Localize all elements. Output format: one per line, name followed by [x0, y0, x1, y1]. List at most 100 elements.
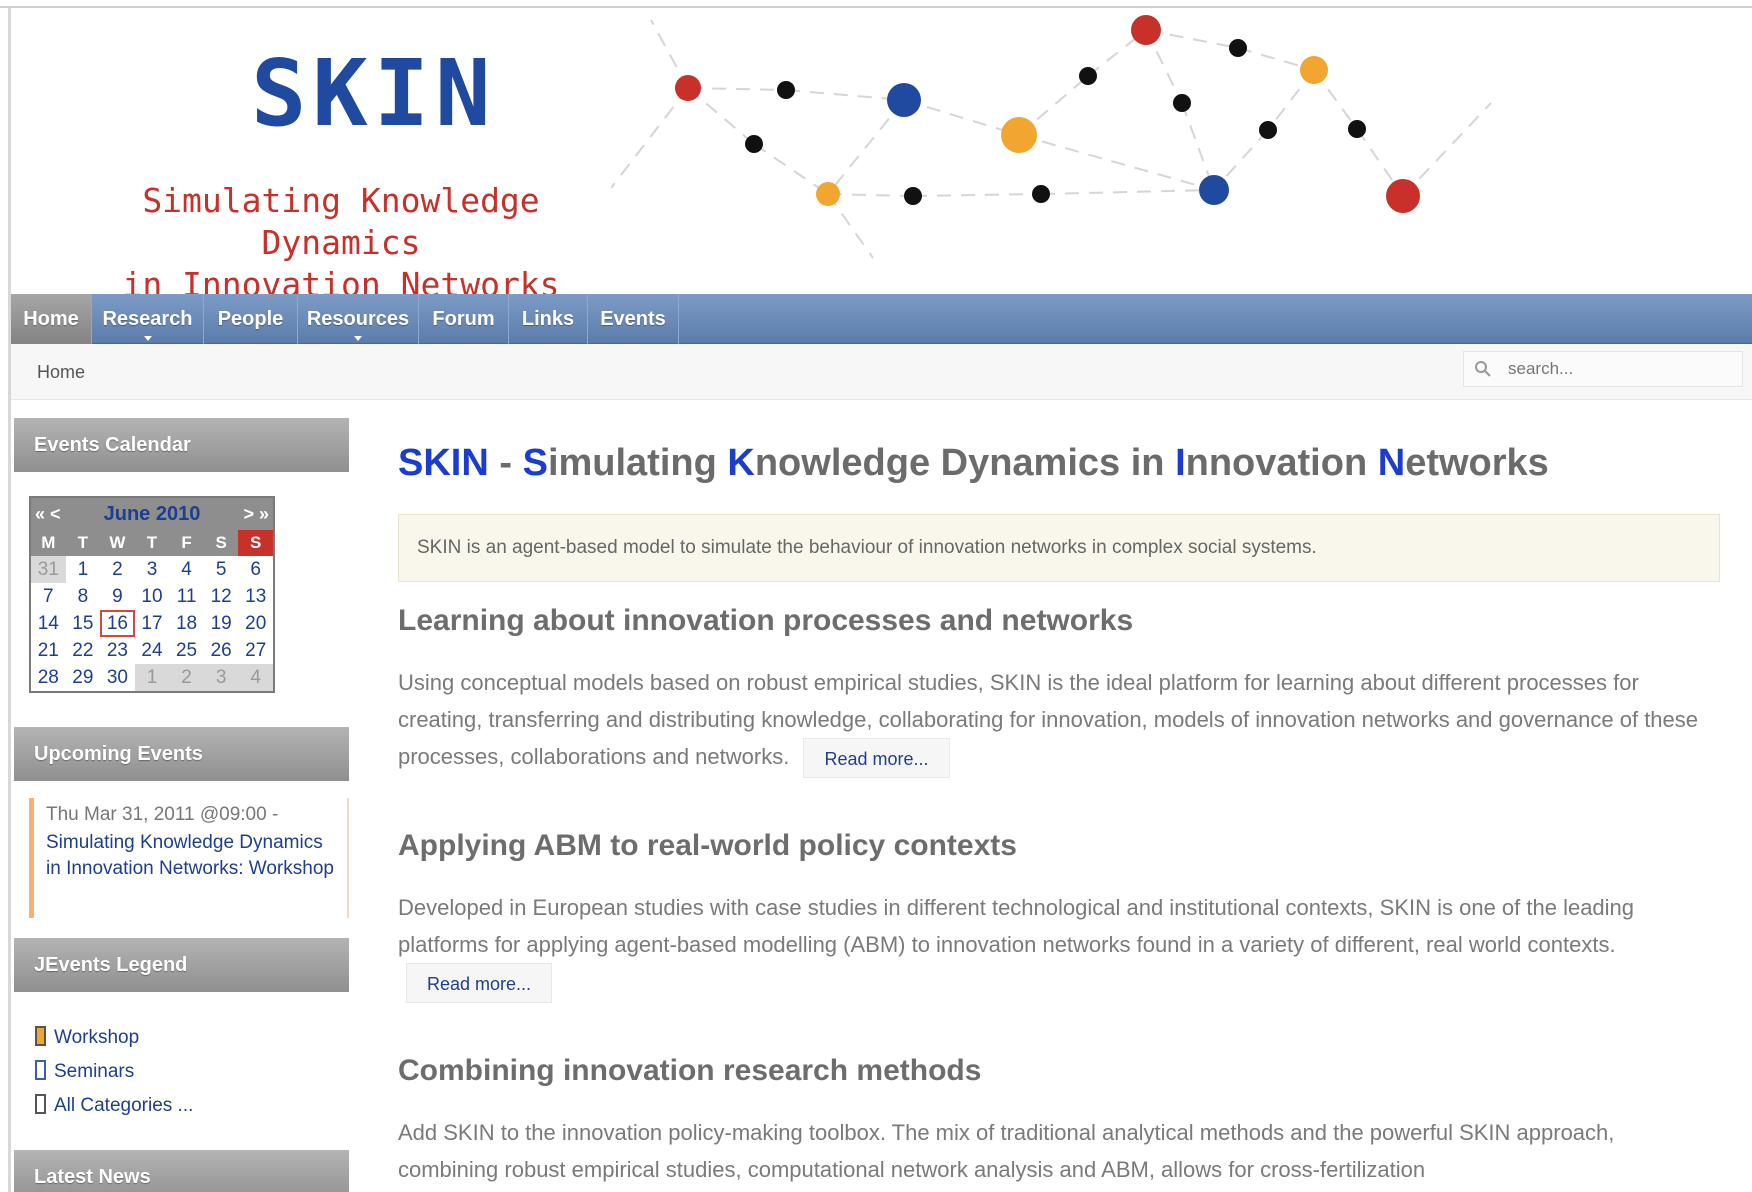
nav-home[interactable]: Home	[11, 294, 92, 344]
legend-label: Seminars	[54, 1061, 135, 1082]
calendar-day[interactable]: 11	[169, 583, 204, 610]
calendar-weekday: S	[238, 530, 273, 556]
calendar-day[interactable]: 22	[66, 637, 101, 664]
calendar-next-button[interactable]: > »	[243, 504, 269, 525]
legend-item-seminars[interactable]: Seminars	[35, 1060, 134, 1083]
title-part: S	[522, 442, 548, 484]
calendar-day[interactable]: 16	[100, 610, 135, 637]
title-part: SKIN	[398, 442, 489, 484]
read-more-button[interactable]: Read more...	[406, 963, 553, 1004]
search-icon	[1475, 361, 1491, 377]
latest-news-heading: Latest News	[14, 1150, 349, 1192]
legend-swatch-icon	[35, 1094, 46, 1114]
network-graphic	[611, 15, 1492, 259]
section-body: Using conceptual models based on robust …	[398, 670, 1699, 769]
breadcrumb-bar: Home	[11, 344, 1752, 400]
calendar-day[interactable]: 30	[100, 664, 135, 691]
calendar-weekday: M	[31, 530, 66, 556]
calendar-grid: M T W T F S S 31 1 2 3 4 5 6 7 8 9 10 11 12 13 14 15 16 17 18 19 20…	[31, 530, 273, 691]
legend-item-all-categories[interactable]: All Categories ...	[35, 1094, 193, 1117]
calendar-weekday: S	[203, 530, 239, 556]
upcoming-events-heading: Upcoming Events	[14, 727, 349, 781]
section-heading: Learning about innovation processes and …	[398, 604, 1134, 637]
calendar-day[interactable]: 15	[66, 610, 101, 637]
calendar-day[interactable]: 18	[169, 610, 204, 637]
search-input[interactable]	[1508, 356, 1734, 382]
calendar-day[interactable]: 31	[31, 556, 66, 583]
nav-research-label: Research	[102, 308, 193, 330]
calendar-day[interactable]: 4	[238, 664, 273, 691]
site-logo[interactable]: SKIN	[251, 48, 497, 140]
title-part: I	[1175, 442, 1186, 484]
legend-item-workshop[interactable]: Workshop	[35, 1026, 139, 1049]
calendar-day[interactable]: 10	[135, 583, 170, 610]
nav-resources[interactable]: Resources	[298, 294, 419, 344]
calendar-day[interactable]: 12	[204, 583, 239, 610]
calendar-day[interactable]: 7	[31, 583, 66, 610]
breadcrumb[interactable]: Home	[37, 362, 85, 383]
nav-forum[interactable]: Forum	[419, 294, 509, 344]
calendar-day[interactable]: 3	[135, 556, 170, 583]
title-part: imulating	[547, 442, 728, 484]
calendar-day[interactable]: 8	[66, 583, 101, 610]
section-text: Using conceptual models based on robust …	[398, 664, 1718, 779]
calendar-day[interactable]: 17	[135, 610, 170, 637]
calendar-day[interactable]: 1	[134, 664, 170, 691]
calendar-weekday: T	[134, 530, 170, 556]
sidebar: Events Calendar « < June 2010 > » MTWTFS…	[11, 418, 349, 1192]
calendar-day[interactable]: 19	[204, 610, 239, 637]
calendar-day[interactable]: 25	[169, 637, 204, 664]
site-header: SKIN Simulating Knowledge Dynamics in In…	[11, 8, 1752, 294]
calendar-day[interactable]: 29	[66, 664, 101, 691]
title-part: etworks	[1405, 442, 1549, 484]
calendar-header: « < June 2010 > »	[31, 498, 273, 530]
calendar-weekday: T	[65, 530, 101, 556]
calendar-day[interactable]: 2	[100, 556, 135, 583]
nav-research[interactable]: Research	[92, 294, 204, 344]
calendar-weekday: W	[100, 530, 135, 556]
upcoming-event: Thu Mar 31, 2011 @09:00 - Simulating Kno…	[29, 798, 349, 918]
calendar-day[interactable]: 3	[203, 664, 239, 691]
events-calendar: « < June 2010 > » M T W T F S S 31 1 2 3 4 5 6 7 8 9 10 11…	[29, 496, 275, 693]
nav-links[interactable]: Links	[509, 294, 588, 344]
upcoming-event-link[interactable]: Simulating Knowledge Dynamics in Innovat…	[46, 830, 336, 882]
calendar-day[interactable]: 14	[31, 610, 66, 637]
read-more-button[interactable]: Read more...	[803, 738, 950, 779]
dropdown-caret-icon	[143, 336, 152, 341]
jevents-legend-heading: JEvents Legend	[14, 938, 349, 992]
title-part: nnovation	[1185, 442, 1378, 484]
calendar-day[interactable]: 4	[169, 556, 204, 583]
section-text: Add SKIN to the innovation policy-making…	[398, 1114, 1718, 1188]
calendar-day[interactable]: 6	[238, 556, 273, 583]
upcoming-event-date: Thu Mar 31, 2011 @09:00 -	[46, 804, 279, 825]
legend-swatch-icon	[35, 1060, 46, 1080]
calendar-day[interactable]: 21	[31, 637, 66, 664]
section-body: Developed in European studies with case …	[398, 895, 1635, 957]
calendar-day[interactable]: 20	[238, 610, 273, 637]
calendar-day[interactable]: 24	[135, 637, 170, 664]
calendar-day[interactable]: 5	[204, 556, 239, 583]
calendar-day[interactable]: 2	[169, 664, 204, 691]
legend-label: Workshop	[54, 1027, 140, 1048]
title-part: -	[488, 442, 523, 484]
site-tagline: Simulating Knowledge Dynamics in Innovat…	[71, 180, 611, 294]
dropdown-caret-icon	[354, 336, 362, 341]
calendar-day[interactable]: 1	[66, 556, 101, 583]
main-content: SKIN - Simulating Knowledge Dynamics in …	[398, 418, 1738, 1192]
calendar-day[interactable]: 27	[238, 637, 273, 664]
calendar-weekday: F	[169, 530, 204, 556]
calendar-day[interactable]: 9	[100, 583, 135, 610]
section-text: Developed in European studies with case …	[398, 889, 1718, 1004]
network-nodes	[675, 15, 1420, 213]
search-box[interactable]	[1463, 351, 1743, 387]
calendar-month-label[interactable]: June 2010	[31, 503, 273, 526]
intro-box: SKIN is an agent-based model to simulate…	[398, 514, 1720, 582]
nav-resources-label: Resources	[306, 308, 410, 330]
calendar-day[interactable]: 13	[238, 583, 273, 610]
title-part: N	[1377, 442, 1406, 484]
calendar-day[interactable]: 23	[100, 637, 135, 664]
nav-people[interactable]: People	[204, 294, 298, 344]
calendar-day[interactable]: 26	[204, 637, 239, 664]
nav-events[interactable]: Events	[588, 294, 679, 344]
calendar-day[interactable]: 28	[31, 664, 66, 691]
